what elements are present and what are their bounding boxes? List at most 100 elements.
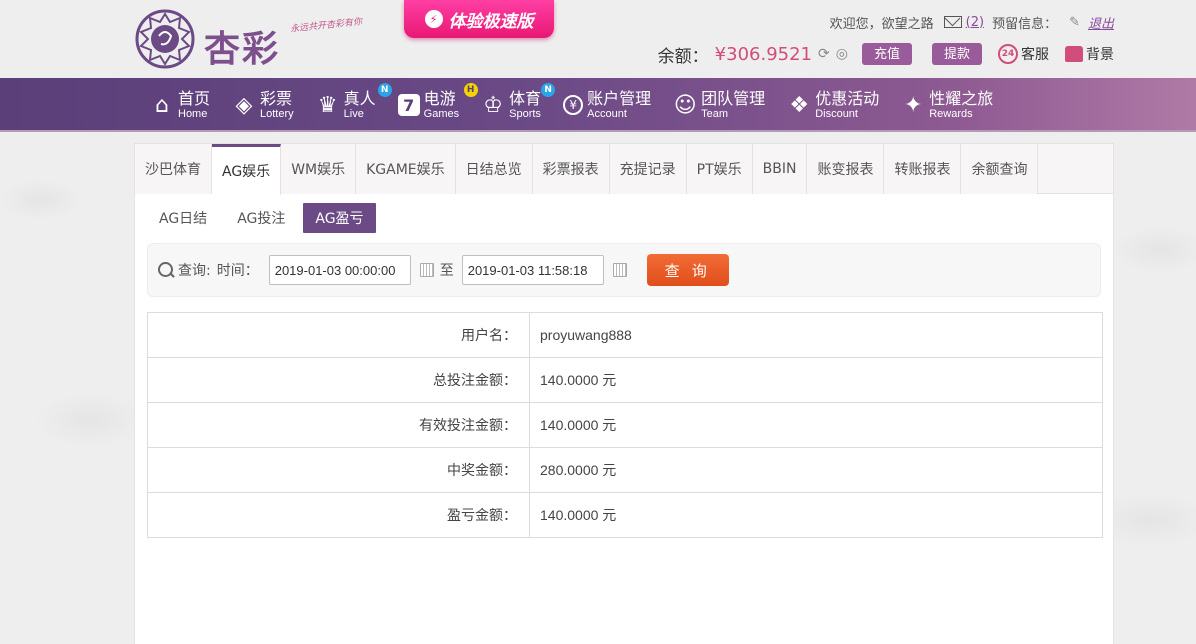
balance-value: ¥306.9521 — [714, 43, 813, 65]
account-icon: ¥ — [563, 95, 584, 115]
start-time-input[interactable] — [268, 255, 411, 285]
tab-kgame-entertainment[interactable]: KGAME娱乐 — [356, 144, 456, 194]
greeting-text: 欢迎您，欲望之路 — [829, 16, 934, 32]
calendar-icon[interactable] — [419, 263, 434, 277]
profit-loss-table: 用户名： proyuwang888 总投注金额： 140.0000 元 有效投注… — [147, 312, 1103, 538]
service-24-icon: 24 — [998, 44, 1018, 64]
report-tabs: 沙巴体育 AG娱乐 WM娱乐 KGAME娱乐 日结总览 彩票报表 充提记录 PT… — [135, 144, 1113, 195]
speed-version-button[interactable]: ⚡ 体验极速版 — [404, 0, 554, 38]
row-label: 用户名： — [147, 312, 530, 358]
lottery-icon: ◈ — [235, 92, 253, 118]
reserve-info-label: 预留信息： — [992, 16, 1058, 32]
new-badge: N — [541, 83, 556, 97]
tab-balance-query[interactable]: 余额查询 — [961, 144, 1039, 194]
tab-transfer-report[interactable]: 转账报表 — [884, 144, 962, 194]
nav-item-rewards[interactable]: ✦ 性耀之旅 Rewards — [901, 78, 993, 132]
shirt-icon — [1065, 46, 1083, 62]
trophy-icon: ♔ — [483, 92, 503, 118]
query-bar: 查询: 时间： 至 查 询 — [147, 243, 1101, 297]
nav-sublabel: Discount — [815, 107, 858, 120]
hide-balance-icon[interactable]: ◎ — [836, 46, 848, 62]
edit-icon[interactable]: ✎ — [1069, 15, 1080, 30]
row-value: 140.0000 元 — [529, 357, 1103, 403]
calendar-icon[interactable] — [612, 263, 627, 277]
tab-ag-entertainment[interactable]: AG娱乐 — [212, 144, 282, 195]
row-label: 盈亏金额： — [147, 492, 530, 538]
games-icon: 7 — [397, 94, 420, 116]
subtab-ag-bets[interactable]: AG投注 — [225, 203, 297, 233]
home-icon: ⌂ — [155, 92, 169, 118]
nav-item-sports[interactable]: ♔ 体育 Sports N — [481, 78, 556, 132]
nav-sublabel: Games — [423, 107, 460, 120]
logo[interactable]: 杏彩 永远共开杏彩有你 — [134, 6, 374, 70]
tab-bbin[interactable]: BBIN — [752, 144, 808, 194]
user-panel: 欢迎您，欲望之路 (2) 预留信息： ✎ 退出 余额： ¥306.9521 ⟳ … — [657, 12, 1114, 67]
subtab-ag-profit-loss[interactable]: AG盈亏 — [303, 203, 376, 233]
tab-account-change-report[interactable]: 账变报表 — [807, 144, 885, 194]
live-icon: ♛ — [317, 92, 338, 118]
tab-pt-entertainment[interactable]: PT娱乐 — [686, 144, 753, 194]
subtab-ag-daily[interactable]: AG日结 — [147, 203, 219, 233]
header: 杏彩 永远共开杏彩有你 ⚡ 体验极速版 欢迎您，欲望之路 (2) 预留信息： ✎… — [0, 0, 1196, 78]
logo-slogan: 永远共开杏彩有你 — [289, 17, 363, 35]
speed-icon: ⚡ — [424, 10, 443, 28]
time-label: 时间： — [216, 263, 259, 279]
row-value: proyuwang888 — [529, 312, 1103, 358]
tab-lottery-report[interactable]: 彩票报表 — [532, 144, 610, 194]
nav-label: 优惠活动 — [815, 88, 880, 108]
table-row: 盈亏金额： 140.0000 元 — [147, 492, 1103, 538]
table-row: 有效投注金额： 140.0000 元 — [147, 402, 1103, 448]
query-label: 查询: — [178, 263, 211, 279]
nav-item-home[interactable]: ⌂ 首页 Home — [150, 78, 210, 132]
balance-label: 余额： — [657, 46, 709, 67]
gift-icon: ❖ — [789, 92, 810, 118]
row-value: 280.0000 元 — [529, 447, 1103, 493]
nav-label: 电游 — [423, 88, 456, 108]
nav-sublabel: Account — [587, 107, 627, 120]
row-label: 有效投注金额： — [147, 402, 530, 448]
nav-item-live[interactable]: ♛ 真人 Live N — [316, 78, 392, 132]
tab-saba-sports[interactable]: 沙巴体育 — [135, 144, 212, 194]
nav-label: 性耀之旅 — [929, 88, 994, 108]
service-label: 客服 — [1021, 47, 1049, 63]
logout-link[interactable]: 退出 — [1088, 13, 1114, 32]
row-label: 中奖金额： — [147, 447, 530, 493]
team-icon: ☺ — [673, 92, 697, 118]
background-link[interactable]: 背景 — [1065, 44, 1114, 64]
recharge-button[interactable]: 充值 — [861, 43, 912, 65]
row-value: 140.0000 元 — [529, 402, 1103, 448]
nav-sublabel: Lottery — [260, 107, 294, 120]
tab-daily-overview[interactable]: 日结总览 — [455, 144, 533, 194]
tab-wm-entertainment[interactable]: WM娱乐 — [281, 144, 357, 194]
withdraw-button[interactable]: 提款 — [931, 43, 982, 65]
nav-label: 彩票 — [260, 88, 293, 108]
nav-label: 团队管理 — [701, 88, 766, 108]
mail-icon[interactable] — [943, 16, 962, 28]
logo-text: 杏彩 — [204, 28, 281, 70]
nav-item-lottery[interactable]: ◈ 彩票 Lottery — [232, 78, 294, 132]
speed-version-label: 体验极速版 — [448, 11, 534, 32]
customer-service-link[interactable]: 24 客服 — [998, 44, 1049, 64]
table-row: 总投注金额： 140.0000 元 — [147, 357, 1103, 403]
nav-item-account[interactable]: ¥ 账户管理 Account — [563, 78, 651, 132]
logo-emblem-icon — [135, 9, 195, 69]
tab-deposit-withdraw-records[interactable]: 充提记录 — [609, 144, 687, 194]
nav-sublabel: Team — [701, 107, 729, 120]
to-label: 至 — [439, 263, 454, 279]
row-value: 140.0000 元 — [529, 492, 1103, 538]
row-label: 总投注金额： — [147, 357, 530, 403]
nav-item-team[interactable]: ☺ 团队管理 Team — [673, 78, 765, 132]
end-time-input[interactable] — [461, 255, 604, 285]
nav-item-discount[interactable]: ❖ 优惠活动 Discount — [787, 78, 879, 132]
nav-sublabel: Sports — [509, 107, 541, 120]
mail-count-link[interactable]: (2) — [966, 15, 984, 30]
subtabs: AG日结 AG投注 AG盈亏 — [147, 203, 1113, 233]
nav-sublabel: Home — [178, 107, 208, 120]
background-label: 背景 — [1086, 47, 1114, 63]
nav-label: 首页 — [178, 88, 211, 108]
main-nav: ⌂ 首页 Home ◈ 彩票 Lottery ♛ 真人 Live N 7 电游 Game… — [0, 78, 1196, 132]
report-panel: 沙巴体育 AG娱乐 WM娱乐 KGAME娱乐 日结总览 彩票报表 充提记录 PT… — [134, 143, 1114, 644]
refresh-icon[interactable]: ⟳ — [818, 46, 830, 62]
query-button[interactable]: 查 询 — [646, 254, 729, 286]
nav-item-games[interactable]: 7 电游 Games H — [397, 78, 478, 132]
